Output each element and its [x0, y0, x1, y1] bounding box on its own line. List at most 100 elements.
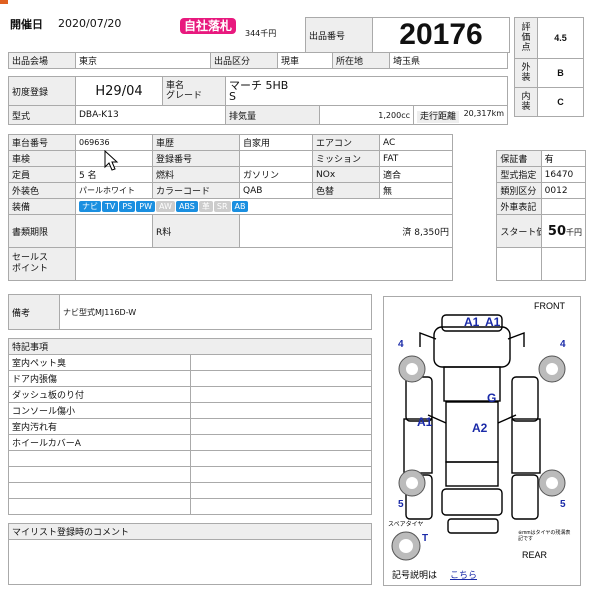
special-note-extra — [189, 354, 372, 371]
special-note-row — [8, 482, 372, 499]
color-label: 外装色 — [8, 182, 76, 199]
warranty-label: 保証書 — [496, 150, 542, 167]
equipment-chip: 革 — [198, 201, 213, 212]
damage-mark-a1-front-left: A1 — [464, 315, 480, 329]
r-value: 済 8,350円 — [239, 214, 453, 248]
sales-extra-1 — [496, 247, 542, 281]
recolor-value: 無 — [379, 182, 453, 199]
special-note-item — [8, 450, 191, 467]
chassis-value: 069636 — [75, 134, 153, 151]
colorcode-value: QAB — [239, 182, 313, 199]
typeno-label: 型式指定 — [496, 166, 542, 183]
damage-mark-g: G — [487, 391, 497, 405]
spare-tire-mark: T — [422, 533, 429, 544]
special-notes-label: 特記事項 — [8, 338, 372, 355]
fuel-value: ガソリン — [239, 166, 313, 183]
score-table: 評価点 4.5 外装 B 内装 C — [514, 17, 584, 117]
gap — [451, 247, 498, 281]
special-note-extra — [189, 418, 372, 435]
special-note-item — [8, 482, 191, 499]
displacement-label: 排気量 — [225, 105, 320, 125]
class-label: 類別区分 — [496, 182, 542, 199]
gap — [451, 182, 498, 199]
interior-label: 内装 — [514, 87, 538, 117]
special-note-item: ドア内張傷 — [8, 370, 191, 387]
special-note-extra — [189, 450, 372, 467]
equip-label: 装備 — [8, 198, 76, 215]
r-label: R料 — [152, 214, 240, 248]
special-note-item: コンソール傷小 — [8, 402, 191, 419]
remarks-label: 備考 — [8, 294, 60, 330]
gap — [451, 150, 498, 167]
special-note-row: ドア内張傷 — [8, 370, 372, 387]
special-note-item: ダッシュ板のり付 — [8, 386, 191, 403]
special-note-row: 室内汚れ有 — [8, 418, 372, 435]
tire-fl-depth: 4 — [398, 339, 404, 350]
special-note-extra — [189, 482, 372, 499]
remarks-value: ナビ型式MJ116D-W — [59, 294, 372, 330]
special-note-row: コンソール傷小 — [8, 402, 372, 419]
comment-table: マイリスト登録時のコメント — [8, 523, 372, 585]
equipment-chip: AB — [231, 201, 249, 212]
regno-label: 登録番号 — [152, 150, 240, 167]
special-note-row — [8, 450, 372, 467]
start-unit: 千円 — [566, 227, 582, 237]
typeno-value: 16470 — [540, 166, 587, 183]
car-outline — [391, 314, 566, 561]
overall-label: 評価点 — [514, 17, 538, 59]
mission-label: ミッション — [312, 150, 380, 167]
start-value: 50 — [547, 223, 566, 239]
special-note-row: ダッシュ板のり付 — [8, 386, 372, 403]
reg-value: H29/04 — [75, 76, 163, 106]
damage-mark-a2: A2 — [472, 421, 488, 435]
category-label: 出品区分 — [210, 52, 278, 69]
sales-value — [75, 247, 453, 281]
warranty-value: 有 — [540, 150, 587, 167]
special-note-row — [8, 498, 372, 515]
mouse-cursor-icon — [104, 150, 119, 171]
displacement-value: 1,200cc — [319, 105, 414, 125]
model-value: DBA-K13 — [75, 105, 226, 125]
damage-mark-a1-side: A1 — [417, 415, 433, 429]
equipment-chip: TV — [102, 201, 119, 212]
model-label: 型式 — [8, 105, 76, 125]
shaken-label: 車検 — [8, 150, 76, 167]
start-label: スタート価格 — [496, 214, 542, 248]
special-note-item — [8, 498, 191, 515]
reg-label: 初度登録 — [8, 76, 76, 106]
class-value: 0012 — [540, 182, 587, 199]
sales-extra-2 — [540, 247, 587, 281]
special-note-row: ホイールカバーA — [8, 434, 372, 451]
mileage-label: 走行距離 — [417, 110, 460, 123]
exterior-label: 外装 — [514, 58, 538, 88]
docs-label: 書類期限 — [8, 214, 76, 248]
lot-table: 出品番号 20176 — [305, 17, 510, 53]
tire-fr-depth: 4 — [560, 339, 566, 350]
tire-note: ※mmはタイヤの残溝表記です — [518, 530, 571, 542]
venue-table: 出品会場 東京 出品区分 現車 所在地 埼玉県 — [8, 52, 508, 69]
nox-value: 適合 — [379, 166, 453, 183]
legend-link[interactable]: こちら — [450, 568, 477, 581]
special-note-item: 室内ペット臭 — [8, 354, 191, 371]
special-note-extra — [189, 434, 372, 451]
name-label: 車名 グレード — [162, 76, 226, 106]
top-accent-bar — [0, 0, 595, 4]
special-notes-table: 特記事項 室内ペット臭 ドア内張傷 ダッシュ板のり付 コンソール傷小 室内汚れ有 ホイール… — [8, 338, 372, 515]
equipment-chip: PW — [136, 201, 155, 212]
damage-mark-a1-front-right: A1 — [485, 315, 501, 329]
name-value: マーチ 5HB S — [225, 76, 508, 106]
equipment-chip: SR — [213, 201, 231, 212]
special-note-extra — [189, 466, 372, 483]
ext-label: 外車表記 — [496, 198, 542, 215]
chassis-label: 車台番号 — [8, 134, 76, 151]
interior-score: C — [537, 87, 584, 117]
comment-input[interactable] — [8, 539, 372, 585]
recolor-label: 色替 — [312, 182, 380, 199]
docs-value — [75, 214, 153, 248]
colorcode-label: カラーコード — [152, 182, 240, 199]
fuel-label: 燃料 — [152, 166, 240, 183]
seats-label: 定員 — [8, 166, 76, 183]
special-note-extra — [189, 402, 372, 419]
remarks-table: 備考 ナビ型式MJ116D-W — [8, 294, 372, 330]
mileage-value: 20,317km — [463, 108, 504, 118]
